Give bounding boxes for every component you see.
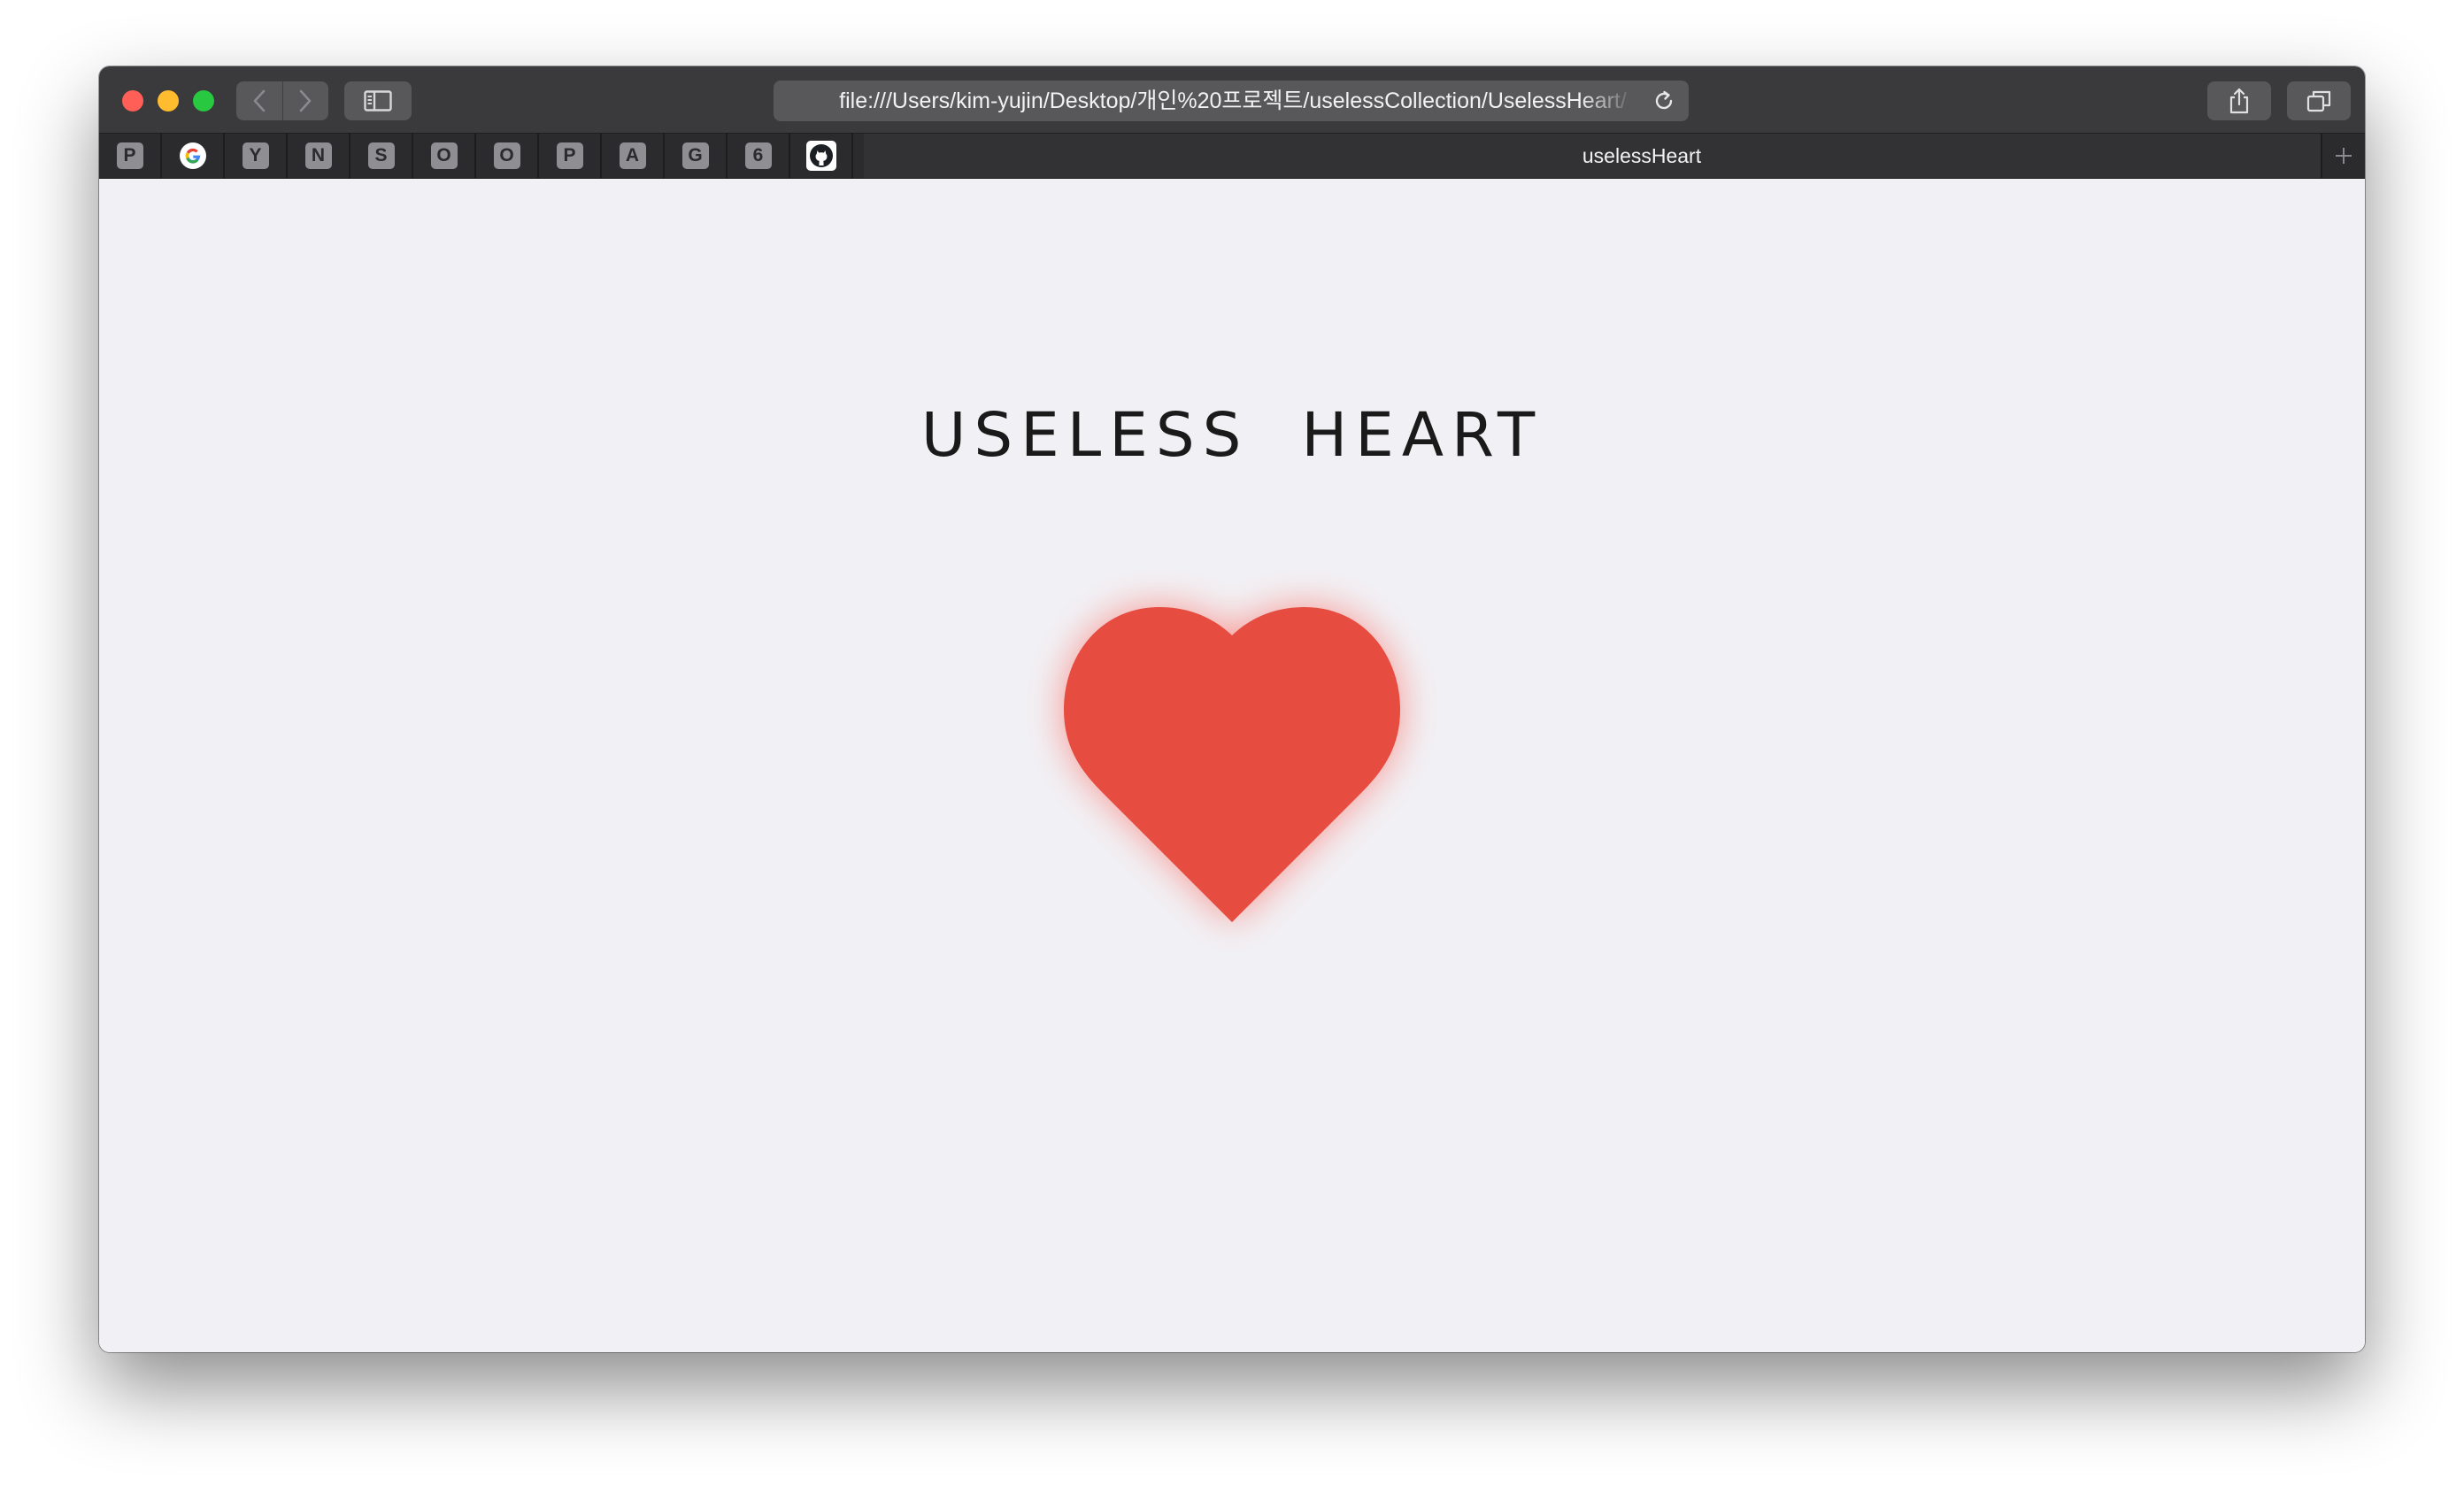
minimize-window-button[interactable]: [158, 90, 179, 112]
close-window-button[interactable]: [122, 90, 143, 112]
chevron-right-icon: [299, 89, 312, 112]
pinned-tab[interactable]: N: [288, 134, 350, 178]
active-tab[interactable]: uselessHeart: [864, 134, 2365, 178]
github-icon: [805, 141, 836, 171]
pinned-tab[interactable]: A: [602, 134, 665, 178]
chevron-left-icon: [253, 89, 266, 112]
favicon-letter: P: [116, 142, 143, 169]
favicon-letter: S: [367, 142, 395, 169]
zoom-window-button[interactable]: [193, 90, 214, 112]
new-tab-button[interactable]: [2321, 134, 2365, 178]
heart-shape: [1064, 607, 1400, 922]
plus-icon: [2336, 148, 2352, 164]
pinned-tab-github[interactable]: [790, 134, 853, 178]
pinned-tab-google[interactable]: [162, 134, 225, 178]
pinned-tab[interactable]: G: [665, 134, 728, 178]
pinned-tab[interactable]: P: [539, 134, 602, 178]
pinned-tab[interactable]: S: [350, 134, 413, 178]
pinned-tab[interactable]: O: [476, 134, 539, 178]
sidebar-toggle-button[interactable]: [344, 81, 412, 120]
browser-toolbar: file:///Users/kim-yujin/Desktop/개인%20프로젝…: [99, 66, 2365, 134]
reload-icon: [1655, 90, 1673, 110]
browser-window: file:///Users/kim-yujin/Desktop/개인%20프로젝…: [99, 66, 2365, 1352]
back-button[interactable]: [236, 81, 282, 120]
tab-overview-button[interactable]: [2287, 81, 2351, 120]
tab-overview-icon: [2306, 90, 2331, 112]
pinned-tabs: P Y N S O O P A G 6: [99, 134, 853, 178]
sidebar-icon: [364, 90, 392, 112]
pinned-tab[interactable]: 6: [728, 134, 790, 178]
share-icon: [2229, 88, 2249, 114]
heart-icon: [1064, 607, 1400, 922]
favicon-letter: N: [304, 142, 332, 169]
reload-button[interactable]: [1652, 88, 1676, 113]
favicon-letter: G: [681, 142, 709, 169]
favicon-letter: O: [493, 142, 520, 169]
address-bar[interactable]: file:///Users/kim-yujin/Desktop/개인%20프로젝…: [774, 81, 1689, 121]
pinned-tab[interactable]: Y: [225, 134, 288, 178]
page-content: USELESS HEART: [99, 179, 2365, 1352]
favicon-letter: A: [619, 142, 646, 169]
active-tab-title: uselessHeart: [1582, 143, 1702, 167]
navigation-buttons: [236, 81, 328, 120]
pinned-tab[interactable]: P: [99, 134, 162, 178]
favicon-letter: P: [556, 142, 583, 169]
favicon-letter: Y: [242, 142, 269, 169]
url-text[interactable]: file:///Users/kim-yujin/Desktop/개인%20프로젝…: [830, 81, 1636, 121]
pinned-tab[interactable]: O: [413, 134, 476, 178]
google-icon: [179, 142, 206, 169]
page-title: USELESS HEART: [920, 400, 1544, 471]
forward-button[interactable]: [281, 81, 329, 120]
favicon-letter: O: [430, 142, 458, 169]
favicon-letter: 6: [744, 142, 772, 169]
share-button[interactable]: [2207, 81, 2271, 120]
heart-button[interactable]: [1028, 577, 1436, 966]
tab-bar: P Y N S O O P A G 6 uselessHeart: [99, 134, 2365, 179]
